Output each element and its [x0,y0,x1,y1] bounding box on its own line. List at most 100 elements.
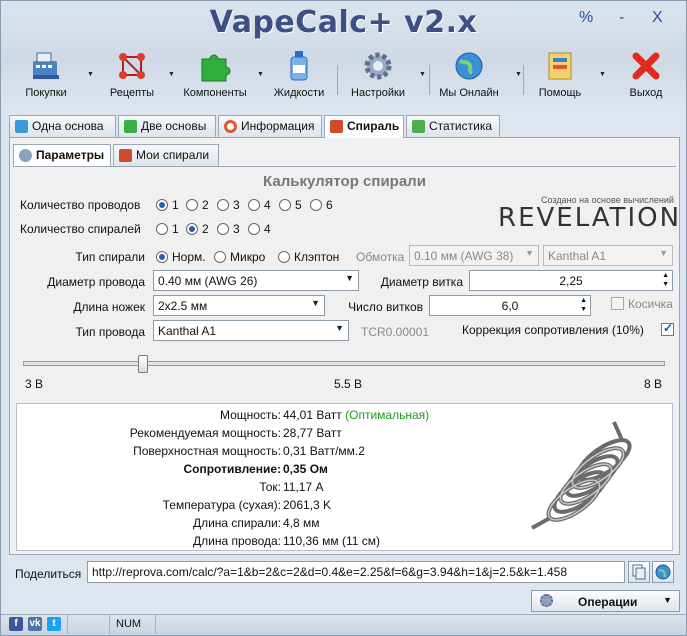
spinner-arrows-icon[interactable]: ▲ ▼ [662,271,669,289]
coils-radio-1[interactable] [156,223,168,235]
toolbar-separator [523,65,524,95]
chevron-down-icon[interactable]: ▼ [515,71,522,78]
close-button[interactable]: X [652,9,663,27]
wires-radio-6[interactable] [310,199,322,211]
toolbar-components-label: Компоненты [183,87,247,99]
toolbar-separator [429,65,430,95]
coils-radio-3[interactable] [217,223,229,235]
coil-diameter-spinner[interactable]: 2,25 ▲ ▼ [469,270,673,291]
tools-icon [330,120,343,133]
vk-icon[interactable]: vk [28,617,42,631]
wrap-material-select[interactable]: Kanthal A1 ▼ [543,245,673,266]
result-resistance-label: Сопротивление: [183,462,281,476]
tab-info[interactable]: Информация [218,115,322,137]
tab-parameters[interactable]: Параметры [13,144,111,167]
copy-icon [632,564,646,580]
voltage-mid-label: 5.5 В [334,377,363,391]
tab-coil[interactable]: Спираль [324,115,404,138]
cash-register-icon [33,52,59,79]
wires-radio-2[interactable] [186,199,198,211]
tab-statistics[interactable]: Статистика [406,115,500,137]
wire-type-select[interactable]: Kanthal A1 ▼ [153,320,349,341]
coils-radio-4[interactable] [248,223,260,235]
spinner-arrows-icon[interactable]: ▲ ▼ [580,296,587,314]
coils-radio-2-label: 2 [202,222,209,236]
result-power-status: (Оптимальная) [345,408,430,422]
chevron-down-icon[interactable]: ▼ [257,71,264,78]
twitter-icon[interactable]: t [47,617,61,631]
tab-statistics-label: Статистика [429,119,493,133]
chevron-down-icon[interactable]: ▼ [168,71,175,78]
chevron-down-icon[interactable]: ▼ [599,71,606,78]
wires-radio-3[interactable] [217,199,229,211]
calculator-title: Калькулятор спирали [263,173,426,190]
tab-two-bases[interactable]: Две основы [118,115,216,137]
chevron-down-icon: ▼ [335,323,344,333]
voltage-slider-track[interactable] [23,361,665,366]
toolbar-recipes-button[interactable]: Рецепты ▼ [105,49,175,99]
wires-radio-5[interactable] [279,199,291,211]
restore-button[interactable]: % [579,9,593,27]
result-surface-label: Поверхностная мощность: [133,444,281,458]
tab-my-coils-label: Мои спирали [136,148,210,162]
wrap-gauge-select[interactable]: 0.10 мм (AWG 38) ▼ [409,245,539,266]
result-power-number: 44,01 Ватт [283,408,342,422]
bottle-icon [290,51,308,81]
result-current-label: Ток: [259,480,281,494]
help-book-icon [548,52,572,80]
result-coil-length-value: 4,8 мм [283,516,320,530]
coils-radio-2[interactable] [186,223,198,235]
facebook-icon[interactable]: f [9,617,23,631]
result-wire-length-value: 110,36 мм (11 см) [283,534,381,548]
tab-my-coils[interactable]: Мои спирали [113,144,219,166]
tab-two-bases-label: Две основы [141,119,207,133]
minimize-button[interactable]: - [619,9,624,27]
voltage-slider-thumb[interactable] [138,355,148,373]
wrap-label: Обмотка [356,250,405,264]
coil-type-micro-radio[interactable] [214,251,226,263]
open-url-button[interactable] [652,561,674,583]
toolbar-purchases-button[interactable]: Покупки ▼ [19,49,94,99]
coil-diameter-value: 2,25 [559,274,583,288]
toolbar-recipes-label: Рецепты [109,87,155,99]
braid-label: Косичка [628,297,673,311]
status-cell [67,615,109,634]
toolbar-online-button[interactable]: Мы Онлайн ▼ [437,49,522,99]
result-surface-value: 0,31 Ватт/мм.2 [283,444,365,458]
toolbar-components-button[interactable]: Компоненты ▼ [181,49,264,99]
share-url-field[interactable]: http://reprova.com/calc/?a=1&b=2&c=2&d=0… [87,561,625,583]
resistance-correction-label: Коррекция сопротивления (10%) [462,323,644,337]
chevron-down-icon[interactable]: ▼ [419,71,426,78]
coil-image [531,421,632,530]
toolbar-help-button[interactable]: Помощь ▼ [533,49,606,99]
tab-one-base[interactable]: Одна основа [9,115,116,137]
globe-icon [655,564,671,580]
exit-x-icon [632,52,660,80]
braid-checkbox[interactable] [611,297,624,310]
leg-length-label: Длина ножек [73,300,145,314]
toolbar-exit-button[interactable]: Выход [621,49,671,99]
operations-button[interactable]: Операции ▼ [531,590,680,612]
coil-type-clapton-radio[interactable] [278,251,290,263]
coil-type-normal-radio[interactable] [156,251,168,263]
wrap-material-value: Kanthal A1 [548,249,607,263]
toolbar-liquids-button[interactable]: Жидкости [271,49,327,99]
leg-length-select[interactable]: 2x2.5 мм ▼ [153,295,325,316]
wire-diameter-select[interactable]: 0.40 мм (AWG 26) ▼ [153,270,359,291]
coil-type-micro-label: Микро [230,250,266,264]
wraps-spinner[interactable]: 6,0 ▲ ▼ [429,295,591,316]
wires-radio-4[interactable] [248,199,260,211]
toolbar-settings-button[interactable]: Настройки ▼ [347,49,426,99]
coil-type-label: Тип спирали [75,250,145,264]
leg-length-value: 2x2.5 мм [158,299,208,313]
result-temperature-value: 2061,3 K [283,498,332,512]
resistance-correction-checkbox[interactable] [661,321,674,336]
wires-radio-1[interactable] [156,199,168,211]
copy-url-button[interactable] [628,561,650,583]
gear-icon [19,149,32,162]
toolbar-exit-label: Выход [629,87,663,99]
chevron-down-icon[interactable]: ▼ [87,71,94,78]
wires-radio-5-label: 5 [295,198,302,212]
result-resistance-value: 0,35 Ом [283,462,328,476]
coils-count-label: Количество спиралей [20,222,141,236]
